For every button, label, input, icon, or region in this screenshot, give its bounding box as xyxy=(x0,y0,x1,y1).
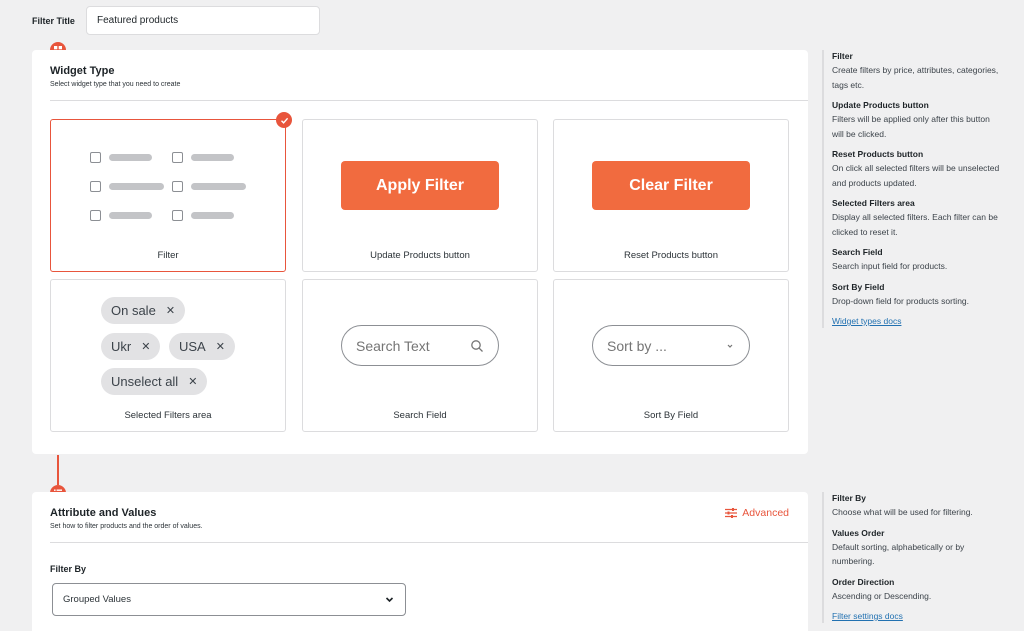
filter-by-value: Grouped Values xyxy=(63,594,131,605)
card-label: Update Products button xyxy=(370,250,470,261)
chip: On sale ✕ xyxy=(101,297,186,324)
help-item: Search Field Search input field for produ… xyxy=(832,246,1002,274)
chevron-down-icon xyxy=(385,597,394,603)
help-desc: Choose what will be used for filtering. xyxy=(832,507,973,517)
attribute-help-sidebar: Filter By Choose what will be used for fi… xyxy=(822,492,1002,623)
widget-type-panel: Widget Type Select widget type that you … xyxy=(32,50,808,454)
widget-type-title: Widget Type xyxy=(50,65,115,77)
chip: Ukr ✕ xyxy=(101,333,161,360)
help-item: Filter Create filters by price, attribute… xyxy=(832,50,1002,92)
filter-settings-docs-link[interactable]: Filter settings docs xyxy=(832,610,1002,623)
chip-label: Ukr xyxy=(111,339,132,354)
help-item: Update Products button Filters will be ap… xyxy=(832,99,1002,141)
help-desc: Drop-down field for products sorting. xyxy=(832,295,970,306)
card-label: Search Field xyxy=(393,410,447,421)
card-label: Sort By Field xyxy=(643,410,699,421)
sliders-icon xyxy=(725,508,738,518)
sort-by-preview: Sort by ... xyxy=(592,325,750,366)
attribute-values-panel: Attribute and Values Set how to filter p… xyxy=(32,492,808,631)
help-title: Update Products button xyxy=(832,100,929,110)
help-item: Values Order Default sorting, alphabetica… xyxy=(832,527,1002,569)
help-desc: Search input field for products. xyxy=(832,261,948,271)
filter-title-row: Filter Title Featured products xyxy=(32,6,320,35)
help-title: Filter xyxy=(832,51,853,61)
chevron-down-icon xyxy=(727,344,733,348)
search-field-preview: Search Text xyxy=(341,325,499,366)
help-item: Selected Filters area Display all selecte… xyxy=(832,197,1002,239)
chip-label: On sale xyxy=(111,303,156,318)
close-icon: ✕ xyxy=(141,341,151,353)
help-desc: Create filters by price, attributes, cat… xyxy=(832,65,999,90)
close-icon: ✕ xyxy=(215,341,225,353)
chip-label: Unselect all xyxy=(111,374,179,389)
help-title: Filter By xyxy=(832,493,867,503)
widget-card-selected-filters[interactable]: On sale ✕ Ukr ✕ USA ✕ Unselect all ✕ Selecte… xyxy=(50,279,286,432)
card-label: Filter xyxy=(157,250,179,261)
help-title: Values Order xyxy=(832,527,885,538)
advanced-button[interactable]: Advanced xyxy=(725,507,789,519)
help-desc: On click all selected filters will be un… xyxy=(832,163,1000,188)
panel-divider xyxy=(50,100,808,101)
widget-card-update-products[interactable]: Apply Filter Update Products button xyxy=(302,119,538,272)
step-connector-line xyxy=(57,455,59,485)
help-desc: Ascending or Descending. xyxy=(832,590,932,601)
clear-filter-preview: Clear Filter xyxy=(592,161,750,210)
help-item: Order Direction Ascending or Descending. xyxy=(832,576,1002,604)
close-icon: ✕ xyxy=(188,376,198,388)
widget-card-reset-products[interactable]: Clear Filter Reset Products button xyxy=(553,119,789,272)
help-item: Reset Products button On click all select… xyxy=(832,148,1002,190)
search-icon xyxy=(471,339,483,352)
card-label: Selected Filters area xyxy=(124,410,212,421)
filter-by-label: Filter By xyxy=(50,564,87,574)
attribute-values-title: Attribute and Values xyxy=(50,507,157,519)
attribute-values-subtitle: Set how to filter products and the order… xyxy=(50,523,203,530)
widget-help-sidebar: Filter Create filters by price, attribute… xyxy=(822,50,1002,328)
filter-by-select[interactable]: Grouped Values xyxy=(52,583,406,616)
help-item: Sort By Field Drop-down field for product… xyxy=(832,281,1002,309)
help-desc: Filters will be applied only after this … xyxy=(832,114,990,139)
help-title: Order Direction xyxy=(832,576,895,587)
close-icon: ✕ xyxy=(165,305,176,317)
advanced-label: Advanced xyxy=(742,507,789,519)
help-item: Filter By Choose what will be used for fi… xyxy=(832,492,1002,520)
search-placeholder: Search Text xyxy=(356,337,430,354)
widget-type-subtitle: Select widget type that you need to crea… xyxy=(50,81,181,88)
help-title: Sort By Field xyxy=(832,281,885,292)
selected-check-icon xyxy=(276,112,292,128)
widget-card-sort-by[interactable]: Sort by ... Sort By Field xyxy=(553,279,789,432)
help-title: Reset Products button xyxy=(832,149,924,159)
filter-title-input[interactable]: Featured products xyxy=(86,6,320,35)
widget-card-search-field[interactable]: Search Text Search Field xyxy=(302,279,538,432)
chip: USA ✕ xyxy=(169,333,235,360)
apply-filter-preview: Apply Filter xyxy=(341,161,499,210)
help-title: Selected Filters area xyxy=(832,198,915,208)
help-desc: Default sorting, alphabetically or by nu… xyxy=(832,541,965,567)
chip: Unselect all ✕ xyxy=(101,368,208,395)
help-desc: Display all selected filters. Each filte… xyxy=(832,212,998,237)
widget-card-filter[interactable]: Filter xyxy=(50,112,292,272)
widget-types-docs-link[interactable]: Widget types docs xyxy=(832,315,1002,328)
chip-label: USA xyxy=(179,339,206,354)
panel-divider xyxy=(50,542,808,543)
card-label: Reset Products button xyxy=(624,250,718,261)
filter-title-label: Filter Title xyxy=(32,15,75,26)
help-title: Search Field xyxy=(832,247,883,257)
sort-placeholder: Sort by ... xyxy=(607,337,667,354)
